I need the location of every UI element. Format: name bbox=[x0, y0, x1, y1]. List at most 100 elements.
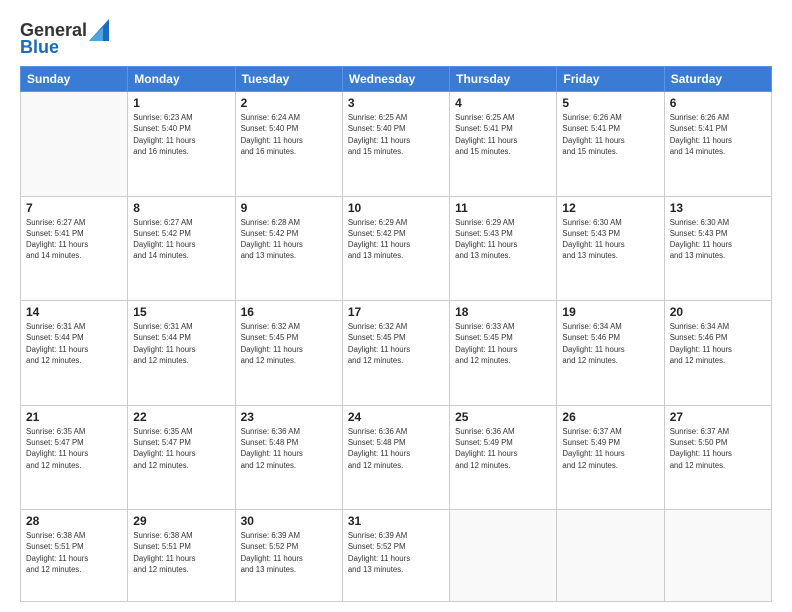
day-number: 10 bbox=[348, 201, 444, 215]
calendar-cell: 10 Sunrise: 6:29 AMSunset: 5:42 PMDayligh… bbox=[342, 196, 449, 301]
calendar-cell: 25 Sunrise: 6:36 AMSunset: 5:49 PMDayligh… bbox=[450, 405, 557, 510]
day-number: 5 bbox=[562, 96, 658, 110]
day-info: Sunrise: 6:38 AMSunset: 5:51 PMDaylight:… bbox=[26, 530, 122, 575]
day-number: 22 bbox=[133, 410, 229, 424]
calendar-cell: 6 Sunrise: 6:26 AMSunset: 5:41 PMDaylight… bbox=[664, 92, 771, 197]
day-number: 7 bbox=[26, 201, 122, 215]
calendar-cell: 22Sunrise: 6:35 AMSunset: 5:47 PMDayligh… bbox=[128, 405, 235, 510]
day-number: 25 bbox=[455, 410, 551, 424]
calendar-cell: 1 Sunrise: 6:23 AMSunset: 5:40 PMDaylight… bbox=[128, 92, 235, 197]
col-header-wednesday: Wednesday bbox=[342, 67, 449, 92]
day-info: Sunrise: 6:39 AMSunset: 5:52 PMDaylight:… bbox=[348, 530, 444, 575]
calendar-cell: 9 Sunrise: 6:28 AMSunset: 5:42 PMDaylight… bbox=[235, 196, 342, 301]
day-number: 13 bbox=[670, 201, 766, 215]
calendar-cell: 27Sunrise: 6:37 AMSunset: 5:50 PMDayligh… bbox=[664, 405, 771, 510]
calendar-cell: 2Sunrise: 6:24 AMSunset: 5:40 PMDaylight… bbox=[235, 92, 342, 197]
day-number: 14 bbox=[26, 305, 122, 319]
day-info: Sunrise: 6:27 AMSunset: 5:42 PMDaylight:… bbox=[133, 217, 229, 262]
col-header-friday: Friday bbox=[557, 67, 664, 92]
day-number: 20 bbox=[670, 305, 766, 319]
calendar-cell: 11 Sunrise: 6:29 AMSunset: 5:43 PMDayligh… bbox=[450, 196, 557, 301]
day-info: Sunrise: 6:36 AMSunset: 5:48 PMDaylight:… bbox=[241, 426, 337, 471]
day-info: Sunrise: 6:28 AMSunset: 5:42 PMDaylight:… bbox=[241, 217, 337, 262]
day-info: Sunrise: 6:26 AMSunset: 5:41 PMDaylight:… bbox=[562, 112, 658, 157]
calendar-cell: 19Sunrise: 6:34 AMSunset: 5:46 PMDayligh… bbox=[557, 301, 664, 406]
day-number: 18 bbox=[455, 305, 551, 319]
calendar-cell: 18 Sunrise: 6:33 AMSunset: 5:45 PMDayligh… bbox=[450, 301, 557, 406]
day-info: Sunrise: 6:38 AMSunset: 5:51 PMDaylight:… bbox=[133, 530, 229, 575]
day-info: Sunrise: 6:27 AMSunset: 5:41 PMDaylight:… bbox=[26, 217, 122, 262]
calendar-table: SundayMondayTuesdayWednesdayThursdayFrid… bbox=[20, 66, 772, 602]
day-number: 21 bbox=[26, 410, 122, 424]
day-info: Sunrise: 6:31 AMSunset: 5:44 PMDaylight:… bbox=[26, 321, 122, 366]
day-info: Sunrise: 6:26 AMSunset: 5:41 PMDaylight:… bbox=[670, 112, 766, 157]
day-info: Sunrise: 6:30 AMSunset: 5:43 PMDaylight:… bbox=[562, 217, 658, 262]
day-number: 4 bbox=[455, 96, 551, 110]
day-number: 28 bbox=[26, 514, 122, 528]
day-number: 6 bbox=[670, 96, 766, 110]
day-number: 19 bbox=[562, 305, 658, 319]
day-info: Sunrise: 6:29 AMSunset: 5:43 PMDaylight:… bbox=[455, 217, 551, 262]
calendar-cell: 8 Sunrise: 6:27 AMSunset: 5:42 PMDaylight… bbox=[128, 196, 235, 301]
calendar-cell: 16 Sunrise: 6:32 AMSunset: 5:45 PMDayligh… bbox=[235, 301, 342, 406]
day-number: 8 bbox=[133, 201, 229, 215]
calendar-cell: 20 Sunrise: 6:34 AMSunset: 5:46 PMDayligh… bbox=[664, 301, 771, 406]
day-number: 3 bbox=[348, 96, 444, 110]
day-info: Sunrise: 6:30 AMSunset: 5:43 PMDaylight:… bbox=[670, 217, 766, 262]
page: General Blue SundayMondayTuesdayWednesda… bbox=[0, 0, 792, 612]
calendar-cell: 12Sunrise: 6:30 AMSunset: 5:43 PMDayligh… bbox=[557, 196, 664, 301]
calendar-cell: 14 Sunrise: 6:31 AMSunset: 5:44 PMDayligh… bbox=[21, 301, 128, 406]
calendar-cell: 29 Sunrise: 6:38 AMSunset: 5:51 PMDayligh… bbox=[128, 510, 235, 602]
calendar-cell bbox=[664, 510, 771, 602]
calendar-cell: 7 Sunrise: 6:27 AMSunset: 5:41 PMDaylight… bbox=[21, 196, 128, 301]
day-number: 1 bbox=[133, 96, 229, 110]
day-info: Sunrise: 6:35 AMSunset: 5:47 PMDaylight:… bbox=[26, 426, 122, 471]
day-info: Sunrise: 6:39 AMSunset: 5:52 PMDaylight:… bbox=[241, 530, 337, 575]
day-info: Sunrise: 6:37 AMSunset: 5:50 PMDaylight:… bbox=[670, 426, 766, 471]
day-info: Sunrise: 6:37 AMSunset: 5:49 PMDaylight:… bbox=[562, 426, 658, 471]
calendar-cell: 28 Sunrise: 6:38 AMSunset: 5:51 PMDayligh… bbox=[21, 510, 128, 602]
calendar-cell: 26Sunrise: 6:37 AMSunset: 5:49 PMDayligh… bbox=[557, 405, 664, 510]
col-header-monday: Monday bbox=[128, 67, 235, 92]
day-number: 16 bbox=[241, 305, 337, 319]
calendar-cell bbox=[21, 92, 128, 197]
day-number: 2 bbox=[241, 96, 337, 110]
day-info: Sunrise: 6:36 AMSunset: 5:49 PMDaylight:… bbox=[455, 426, 551, 471]
day-number: 15 bbox=[133, 305, 229, 319]
calendar-cell: 15 Sunrise: 6:31 AMSunset: 5:44 PMDayligh… bbox=[128, 301, 235, 406]
col-header-tuesday: Tuesday bbox=[235, 67, 342, 92]
day-info: Sunrise: 6:36 AMSunset: 5:48 PMDaylight:… bbox=[348, 426, 444, 471]
calendar-cell: 23 Sunrise: 6:36 AMSunset: 5:48 PMDayligh… bbox=[235, 405, 342, 510]
day-number: 29 bbox=[133, 514, 229, 528]
day-info: Sunrise: 6:32 AMSunset: 5:45 PMDaylight:… bbox=[348, 321, 444, 366]
calendar-cell bbox=[557, 510, 664, 602]
day-info: Sunrise: 6:33 AMSunset: 5:45 PMDaylight:… bbox=[455, 321, 551, 366]
day-number: 24 bbox=[348, 410, 444, 424]
calendar-cell: 31 Sunrise: 6:39 AMSunset: 5:52 PMDayligh… bbox=[342, 510, 449, 602]
day-info: Sunrise: 6:31 AMSunset: 5:44 PMDaylight:… bbox=[133, 321, 229, 366]
day-info: Sunrise: 6:25 AMSunset: 5:40 PMDaylight:… bbox=[348, 112, 444, 157]
logo-icon bbox=[89, 19, 109, 41]
day-number: 23 bbox=[241, 410, 337, 424]
col-header-thursday: Thursday bbox=[450, 67, 557, 92]
calendar-cell: 21 Sunrise: 6:35 AMSunset: 5:47 PMDayligh… bbox=[21, 405, 128, 510]
day-number: 11 bbox=[455, 201, 551, 215]
day-info: Sunrise: 6:34 AMSunset: 5:46 PMDaylight:… bbox=[670, 321, 766, 366]
logo: General Blue bbox=[20, 20, 109, 58]
col-header-sunday: Sunday bbox=[21, 67, 128, 92]
day-number: 31 bbox=[348, 514, 444, 528]
calendar-cell: 24 Sunrise: 6:36 AMSunset: 5:48 PMDayligh… bbox=[342, 405, 449, 510]
header: General Blue bbox=[20, 16, 772, 58]
calendar-cell bbox=[450, 510, 557, 602]
day-number: 9 bbox=[241, 201, 337, 215]
day-info: Sunrise: 6:23 AMSunset: 5:40 PMDaylight:… bbox=[133, 112, 229, 157]
day-number: 30 bbox=[241, 514, 337, 528]
day-number: 17 bbox=[348, 305, 444, 319]
calendar-cell: 3 Sunrise: 6:25 AMSunset: 5:40 PMDaylight… bbox=[342, 92, 449, 197]
day-info: Sunrise: 6:32 AMSunset: 5:45 PMDaylight:… bbox=[241, 321, 337, 366]
calendar-cell: 17 Sunrise: 6:32 AMSunset: 5:45 PMDayligh… bbox=[342, 301, 449, 406]
col-header-saturday: Saturday bbox=[664, 67, 771, 92]
calendar-cell: 4Sunrise: 6:25 AMSunset: 5:41 PMDaylight… bbox=[450, 92, 557, 197]
day-info: Sunrise: 6:29 AMSunset: 5:42 PMDaylight:… bbox=[348, 217, 444, 262]
calendar-cell: 5 Sunrise: 6:26 AMSunset: 5:41 PMDaylight… bbox=[557, 92, 664, 197]
